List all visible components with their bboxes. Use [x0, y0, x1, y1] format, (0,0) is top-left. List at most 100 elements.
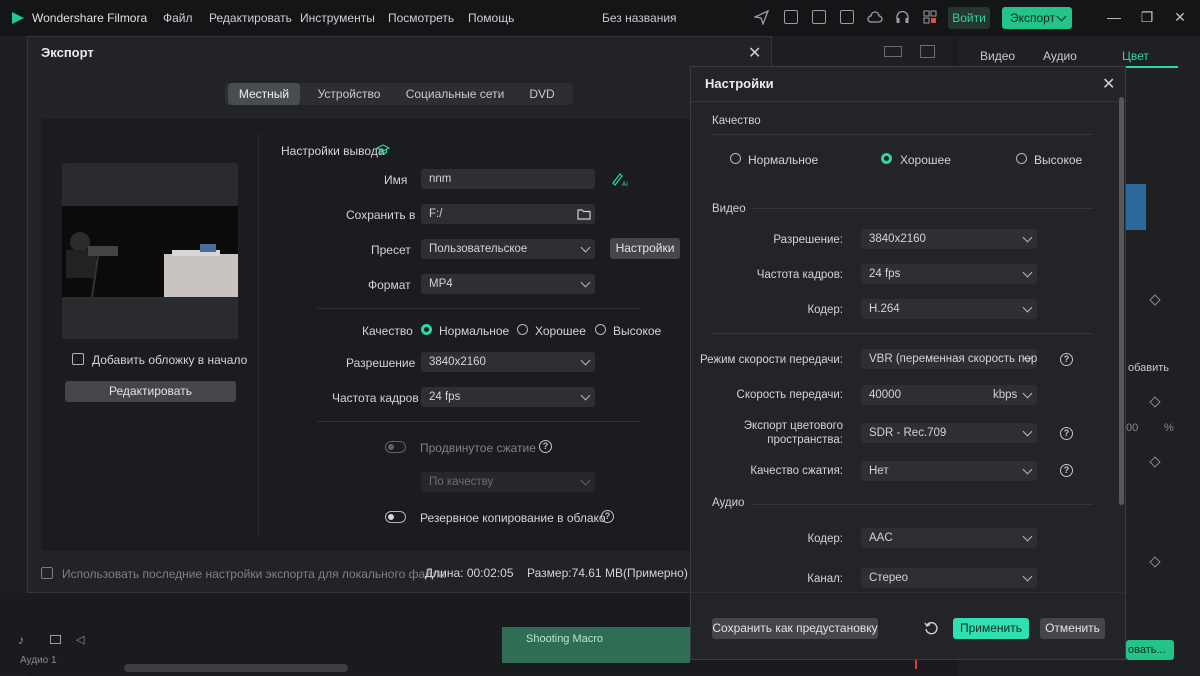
- edit-cover-button[interactable]: Редактировать: [65, 381, 236, 402]
- chevron-down-icon: [580, 242, 591, 253]
- framerate-select[interactable]: 24 fps: [421, 387, 595, 407]
- tab-local[interactable]: Местный: [228, 83, 300, 105]
- tab-device[interactable]: Устройство: [309, 83, 389, 105]
- encoder-select[interactable]: H.264: [861, 299, 1037, 319]
- color-space-select[interactable]: SDR - Rec.709: [861, 423, 1037, 443]
- right-tab-video[interactable]: Видео: [980, 49, 1015, 63]
- save-to-label: Сохранить в: [346, 208, 416, 222]
- duration-label: Длина:: [425, 566, 464, 580]
- color-space-label-line2: пространства:: [767, 434, 843, 446]
- help-icon[interactable]: ?: [1060, 464, 1073, 477]
- restore-icon[interactable]: ❐: [1139, 9, 1155, 25]
- compression-mode-select[interactable]: По качеству: [421, 472, 595, 492]
- close-icon[interactable]: ✕: [748, 43, 761, 63]
- bitrate-input[interactable]: 40000 kbps: [861, 385, 1037, 405]
- use-last-settings-checkbox[interactable]: [41, 567, 53, 579]
- settings-scrollbar[interactable]: [1119, 97, 1124, 505]
- ai-rename-icon[interactable]: AI: [611, 171, 629, 187]
- music-icon: ♪: [18, 633, 24, 647]
- resolution-select[interactable]: 3840x2160: [861, 229, 1037, 249]
- bottom-right-button[interactable]: овать...: [1126, 640, 1174, 660]
- channel-select[interactable]: Стерео: [861, 568, 1037, 588]
- footer-divider: [691, 592, 1127, 593]
- folder-icon[interactable]: [50, 635, 61, 644]
- advanced-compression-toggle[interactable]: [385, 441, 406, 453]
- timeline-scrollbar[interactable]: [124, 664, 348, 672]
- save-to-input[interactable]: F:/: [421, 204, 595, 224]
- audio-track-label: Аудио 1: [20, 655, 57, 666]
- export-dialog-title: Экспорт: [41, 45, 94, 60]
- quality-good-radio[interactable]: [517, 324, 528, 335]
- close-icon[interactable]: ✕: [1102, 74, 1115, 94]
- section-divider: [317, 308, 640, 309]
- audio-encoder-select[interactable]: AAC: [861, 528, 1037, 548]
- audio-clip[interactable]: Shooting Macro: [502, 627, 690, 663]
- chevron-down-icon: [1022, 232, 1033, 243]
- send-icon[interactable]: [754, 10, 769, 25]
- bitrate-mode-label: Режим скорости передачи:: [699, 354, 843, 366]
- framerate-value: 24 fps: [429, 391, 461, 403]
- compression-quality-select[interactable]: Нет: [861, 461, 1037, 481]
- menu-file[interactable]: Файл: [163, 11, 193, 25]
- preset-select[interactable]: Пользовательское: [421, 239, 595, 259]
- framerate-select[interactable]: 24 fps: [861, 264, 1037, 284]
- export-top-button[interactable]: Экспорт: [1002, 7, 1072, 29]
- keyframe-icon[interactable]: [1149, 294, 1161, 306]
- format-select[interactable]: MP4: [421, 274, 595, 294]
- keyframe-icon[interactable]: [1149, 396, 1161, 408]
- chevron-down-icon: [1022, 426, 1033, 437]
- help-icon[interactable]: ?: [601, 510, 614, 523]
- layout-icon[interactable]: [884, 46, 902, 57]
- menu-help[interactable]: Помощь: [468, 11, 514, 25]
- help-icon[interactable]: ?: [1060, 353, 1073, 366]
- right-tab-color[interactable]: Цвет: [1122, 49, 1149, 63]
- background-left-panel: [0, 36, 27, 676]
- document-icon[interactable]: [784, 10, 798, 24]
- chevron-down-icon: [1022, 531, 1033, 542]
- keyframe-icon[interactable]: [1149, 556, 1161, 568]
- login-button[interactable]: Войти: [948, 7, 990, 29]
- help-icon[interactable]: ?: [1060, 427, 1073, 440]
- resolution-select[interactable]: 3840x2160: [421, 352, 595, 372]
- minimize-icon[interactable]: —: [1106, 9, 1122, 25]
- bitrate-mode-select[interactable]: VBR (переменная скорость передачи): [861, 349, 1037, 369]
- reset-icon[interactable]: [924, 621, 939, 636]
- keyframe-icon[interactable]: [1149, 456, 1161, 468]
- graduation-cap-icon[interactable]: [376, 144, 390, 156]
- headset-icon[interactable]: [895, 10, 910, 25]
- menu-tools[interactable]: Инструменты: [300, 11, 375, 25]
- apply-button[interactable]: Применить: [953, 618, 1029, 639]
- right-tab-audio[interactable]: Аудио: [1043, 49, 1077, 63]
- section-divider: [711, 134, 1093, 135]
- settings-quality-good-label: Хорошее: [900, 153, 951, 167]
- add-cover-checkbox[interactable]: [72, 353, 84, 365]
- folder-icon[interactable]: [577, 208, 591, 220]
- cancel-button[interactable]: Отменить: [1040, 618, 1105, 639]
- quality-normal-radio[interactable]: [421, 324, 432, 335]
- waveform-icon[interactable]: [920, 45, 935, 58]
- save-as-preset-button[interactable]: Сохранить как предустановку: [712, 618, 878, 639]
- name-input[interactable]: nnm: [421, 169, 595, 189]
- tab-dvd[interactable]: DVD: [519, 83, 565, 105]
- settings-button[interactable]: Настройки: [610, 238, 680, 259]
- channel-value: Стерео: [869, 572, 909, 584]
- compression-quality-value: Нет: [869, 465, 889, 477]
- help-icon[interactable]: ?: [539, 440, 552, 453]
- apps-grid-icon[interactable]: [923, 10, 937, 24]
- close-window-icon[interactable]: ✕: [1172, 9, 1188, 25]
- cloud-backup-toggle[interactable]: [385, 511, 406, 523]
- speaker-icon[interactable]: ◁: [76, 633, 84, 646]
- quality-high-radio[interactable]: [595, 324, 606, 335]
- menu-view[interactable]: Посмотреть: [388, 11, 454, 25]
- add-label[interactable]: обавить: [1128, 362, 1169, 374]
- export-top-label: Экспорт: [1010, 11, 1056, 25]
- settings-quality-high-radio[interactable]: [1016, 153, 1027, 164]
- cloud-upload-icon[interactable]: [867, 10, 883, 25]
- settings-quality-good-radio[interactable]: [881, 153, 892, 164]
- advanced-compression-label: Продвинутое сжатие: [420, 441, 536, 455]
- settings-quality-normal-radio[interactable]: [730, 153, 741, 164]
- menu-edit[interactable]: Редактировать: [209, 11, 292, 25]
- tab-social[interactable]: Социальные сети: [399, 83, 511, 105]
- save-icon[interactable]: [840, 10, 854, 24]
- media-icon[interactable]: [812, 10, 826, 24]
